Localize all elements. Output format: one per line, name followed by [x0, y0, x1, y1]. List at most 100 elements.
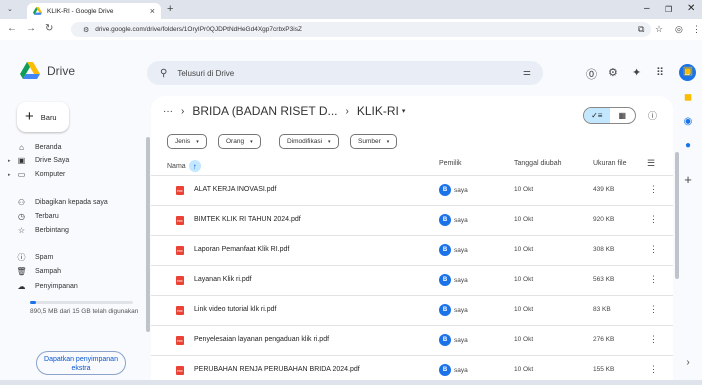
file-name[interactable]: PERUBAHAN RENJA PERUBAHAN BRIDA 2024.pdf	[194, 366, 360, 373]
url-text: drive.google.com/drive/folders/1OryIPr0Q…	[95, 26, 302, 33]
breadcrumb-separator-icon: ›	[181, 105, 185, 117]
breadcrumb-current[interactable]: KLIK-RI	[357, 104, 399, 118]
filter-label: Jenis	[175, 138, 191, 145]
owner-cell: Bsaya	[439, 334, 468, 346]
sidebar-item-trash[interactable]: 🗑 Sampah	[8, 265, 144, 278]
contacts-icon[interactable]: ●	[681, 138, 695, 152]
table-row[interactable]: PDF Penyelesaian layanan pengaduan klik r…	[151, 325, 673, 355]
sidebar-item-spam[interactable]: ⓘ Spam	[8, 251, 144, 264]
filter-people-chip[interactable]: Orang ▾	[218, 134, 261, 149]
help-icon[interactable]: ⓪	[586, 66, 597, 82]
install-app-icon[interactable]: ⧉	[638, 24, 644, 35]
owner-avatar: B	[439, 274, 451, 286]
file-list-scrollbar[interactable]	[675, 152, 679, 279]
info-icon[interactable]: ⓘ	[648, 109, 657, 122]
modified-date: 10 Okt	[514, 216, 534, 223]
search-placeholder: Telusuri di Drive	[177, 68, 235, 78]
table-row[interactable]: PDF Link video tutorial klk ri.pdf Bsaya 10…	[151, 295, 673, 325]
modified-date: 10 Okt	[514, 276, 534, 283]
filter-source-chip[interactable]: Sumber ▾	[350, 134, 398, 149]
site-info-icon[interactable]: ⚙	[83, 26, 89, 34]
new-button[interactable]: + Baru	[17, 102, 69, 132]
file-name[interactable]: Laporan Pemanfaat Klik RI.pdf	[194, 246, 289, 253]
filter-type-chip[interactable]: Jenis ▾	[167, 134, 207, 149]
sort-arrow-icon[interactable]: ↑	[188, 160, 201, 172]
restore-icon[interactable]: ❐	[665, 5, 672, 14]
sidebar-item-computers[interactable]: ▸ ▭ Komputer	[8, 168, 144, 181]
tab-search-icon[interactable]: ⌄	[7, 5, 13, 13]
browser-menu-icon[interactable]: ⋮	[692, 24, 701, 35]
more-actions-icon[interactable]: ⋮	[649, 214, 658, 225]
column-modified-header[interactable]: Tanggal diubah	[514, 160, 562, 167]
filter-modified-chip[interactable]: Dimodifikasi ▾	[279, 134, 339, 149]
drive-logo-text: Drive	[47, 63, 76, 78]
forward-icon[interactable]: →	[26, 23, 36, 34]
sidebar-scrollbar[interactable]	[146, 137, 150, 332]
more-actions-icon[interactable]: ⋮	[649, 304, 658, 315]
apps-grid-icon[interactable]: ⠿	[656, 66, 664, 79]
sidebar-item-storage[interactable]: ☁ Penyimpanan	[8, 280, 144, 293]
drive-logo[interactable]: Drive	[20, 62, 75, 79]
reload-icon[interactable]: ↻	[45, 23, 53, 34]
add-addon-icon[interactable]: +	[681, 172, 695, 187]
search-input[interactable]: ⚲ Telusuri di Drive ⚌	[147, 61, 543, 85]
expand-panel-icon[interactable]: ›	[681, 355, 695, 369]
table-row[interactable]: PDF ALAT KERJA INOVASI.pdf Bsaya 10 Okt 439 …	[151, 175, 673, 205]
table-row[interactable]: PDF Layanan Klik ri.pdf Bsaya 10 Okt 563 KB ⋮	[151, 265, 673, 295]
search-icon[interactable]: ⚲	[160, 68, 167, 79]
storage-bar-fill	[30, 301, 37, 304]
tasks-icon[interactable]: ◉	[681, 114, 695, 128]
new-tab-icon[interactable]: +	[167, 3, 173, 15]
breadcrumb-more-icon[interactable]: ···	[163, 106, 173, 117]
profile-icon[interactable]: ◎	[675, 24, 683, 35]
calendar-icon[interactable]: ▣	[681, 63, 695, 77]
file-name[interactable]: Link video tutorial klk ri.pdf	[194, 306, 276, 313]
more-actions-icon[interactable]: ⋮	[649, 274, 658, 285]
expand-caret-icon[interactable]: ▸	[8, 172, 15, 178]
sidebar-item-shared[interactable]: ⚇ Dibagikan kepada saya	[8, 196, 144, 209]
more-actions-icon[interactable]: ⋮	[649, 184, 658, 195]
file-name[interactable]: BIMTEK KLIK RI TAHUN 2024.pdf	[194, 216, 301, 223]
breadcrumb-parent[interactable]: BRIDA (BADAN RISET D...	[192, 104, 337, 118]
get-storage-button[interactable]: Dapatkan penyimpanan ekstra	[36, 351, 126, 375]
settings-icon[interactable]: ⚙	[608, 66, 618, 79]
expand-caret-icon[interactable]: ▸	[8, 158, 15, 164]
table-row[interactable]: PDF Laporan Pemanfaat Klik RI.pdf Bsaya 10 …	[151, 235, 673, 265]
minimize-icon[interactable]: –	[644, 3, 650, 14]
folder-menu-caret-icon[interactable]: ▾	[402, 107, 406, 115]
column-size-header[interactable]: Ukuran file	[593, 160, 626, 167]
sidebar-item-home[interactable]: ⌂ Beranda	[8, 141, 144, 154]
table-row[interactable]: PDF PERUBAHAN RENJA PERUBAHAN BRIDA 2024.…	[151, 355, 673, 385]
sidebar-item-my-drive[interactable]: ▸ ▣ Drive Saya	[8, 154, 144, 167]
owner-cell: Bsaya	[439, 184, 468, 196]
column-name-header[interactable]: Nama ↑	[167, 160, 201, 172]
table-row[interactable]: PDF BIMTEK KLIK RI TAHUN 2024.pdf Bsaya 10 …	[151, 205, 673, 235]
more-actions-icon[interactable]: ⋮	[649, 244, 658, 255]
file-name[interactable]: ALAT KERJA INOVASI.pdf	[194, 186, 276, 193]
cloud-icon: ☁	[17, 282, 26, 291]
more-actions-icon[interactable]: ⋮	[649, 334, 658, 345]
column-owner-header[interactable]: Pemilik	[439, 160, 462, 167]
more-actions-icon[interactable]: ⋮	[649, 364, 658, 375]
sidebar-item-starred[interactable]: ☆ Berbintang	[8, 224, 144, 237]
close-window-icon[interactable]: ✕	[687, 3, 695, 14]
gemini-icon[interactable]: ✦	[632, 66, 641, 79]
file-name[interactable]: Penyelesaian layanan pengaduan klik ri.p…	[194, 336, 329, 343]
grid-view-icon[interactable]: ▦	[610, 108, 636, 123]
browser-tab[interactable]: KLIK-RI - Google Drive ×	[27, 3, 161, 19]
owner-name: saya	[454, 246, 468, 254]
sort-options-icon[interactable]: ☰	[647, 158, 655, 169]
bookmark-star-icon[interactable]: ☆	[655, 24, 663, 35]
back-icon[interactable]: ←	[7, 23, 17, 34]
pdf-file-icon: PDF	[176, 216, 184, 225]
url-field[interactable]: ⚙ drive.google.com/drive/folders/1OryIPr…	[71, 22, 651, 37]
sidebar-item-recent[interactable]: ◷ Terbaru	[8, 210, 144, 223]
sidebar-item-label: Sampah	[35, 268, 62, 275]
pdf-file-icon: PDF	[176, 306, 184, 315]
sidebar-item-label: Beranda	[35, 144, 62, 151]
list-view-icon[interactable]: ✓≡	[584, 108, 610, 123]
file-name[interactable]: Layanan Klik ri.pdf	[194, 276, 252, 283]
tab-close-icon[interactable]: ×	[150, 6, 155, 16]
keep-icon[interactable]: ◼	[681, 90, 695, 104]
search-options-icon[interactable]: ⚌	[523, 67, 531, 78]
